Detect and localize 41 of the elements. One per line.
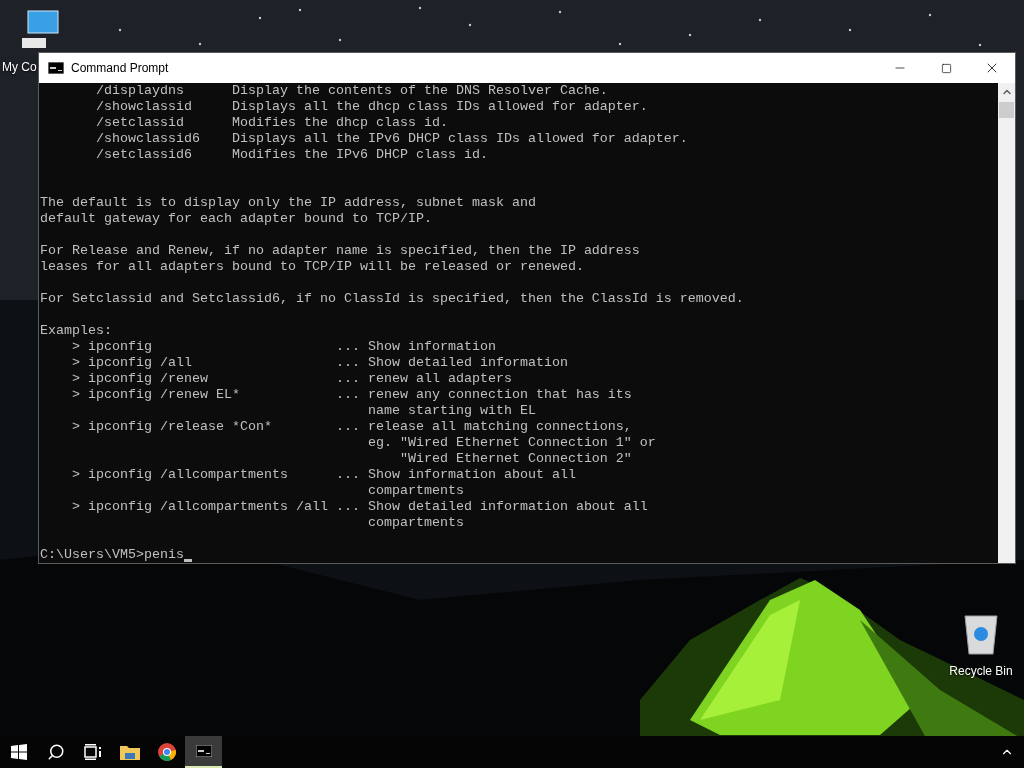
console-line: "Wired Ethernet Connection 2"	[398, 451, 633, 467]
console-line: > ipconfig /release *Con* ... release all matching connections,	[71, 419, 633, 435]
console-line: For Setclassid and Setclassid6, if no ClassId is specified, then the ClassId is removed.	[40, 291, 745, 307]
console-line: /setclassid Modifies the dhcp class id.	[95, 115, 449, 131]
console-line: compartments	[366, 515, 465, 531]
desktop-icon-label: Recycle Bin	[949, 663, 1013, 680]
task-view-icon	[83, 744, 102, 760]
recycle-bin-icon[interactable]	[961, 612, 1001, 656]
console-line: > ipconfig /renew EL* ... renew any connection that has its	[71, 387, 633, 403]
typed-input[interactable]: penis	[144, 547, 184, 563]
maximize-icon	[940, 62, 952, 74]
window-title: Command Prompt	[71, 60, 169, 77]
text-cursor	[184, 559, 192, 562]
console-prompt: C:\Users\VM5>	[40, 547, 144, 563]
console-line: For Release and Renew, if no adapter name is specified, then the IP address	[40, 243, 641, 259]
console-line: /setclassid6 Modifies the IPv6 DHCP class id.	[95, 147, 489, 163]
console-line: name starting with EL	[366, 403, 537, 419]
console-line: default gateway for each adapter bound to TCP/IP.	[40, 211, 433, 227]
console-line: /displaydns Display the contents of the DNS Resolver Cache.	[95, 83, 609, 99]
windows-logo-icon	[10, 744, 27, 760]
console-line: leases for all adapters bound to TCP/IP will be released or renewed.	[40, 259, 585, 275]
desktop-icon-label: My Co	[2, 59, 37, 76]
scrollbar-thumb[interactable]	[999, 102, 1014, 118]
console-line: Examples:	[40, 323, 113, 339]
console-line: > ipconfig /allcompartments ... Show information about all	[71, 467, 577, 483]
browser-icon	[157, 743, 176, 761]
console-line: > ipconfig /all ... Show detailed information	[71, 355, 569, 371]
console-line: > ipconfig ... Show information	[71, 339, 497, 355]
console-line: /showclassid Displays all the dhcp class IDs allowed for adapter.	[95, 99, 649, 115]
console-line: eg. "Wired Ethernet Connection 1" or	[366, 435, 657, 451]
terminal-icon	[195, 745, 212, 757]
search-icon	[46, 743, 65, 761]
console-line: compartments	[366, 483, 465, 499]
terminal-icon	[48, 62, 64, 74]
console-line: The default is to display only the IP address, subnet mask and	[40, 195, 537, 211]
scrollbar[interactable]	[998, 83, 1015, 563]
taskbar-button[interactable]	[185, 736, 222, 768]
folder-icon	[119, 744, 140, 760]
console-line: > ipconfig /renew ... renew all adapters	[71, 371, 513, 387]
console-line: /showclassid6 Displays all the IPv6 DHCP class IDs allowed for adapter.	[95, 131, 689, 147]
console-line: > ipconfig /allcompartments /all ... Show detailed information about all	[71, 499, 649, 515]
